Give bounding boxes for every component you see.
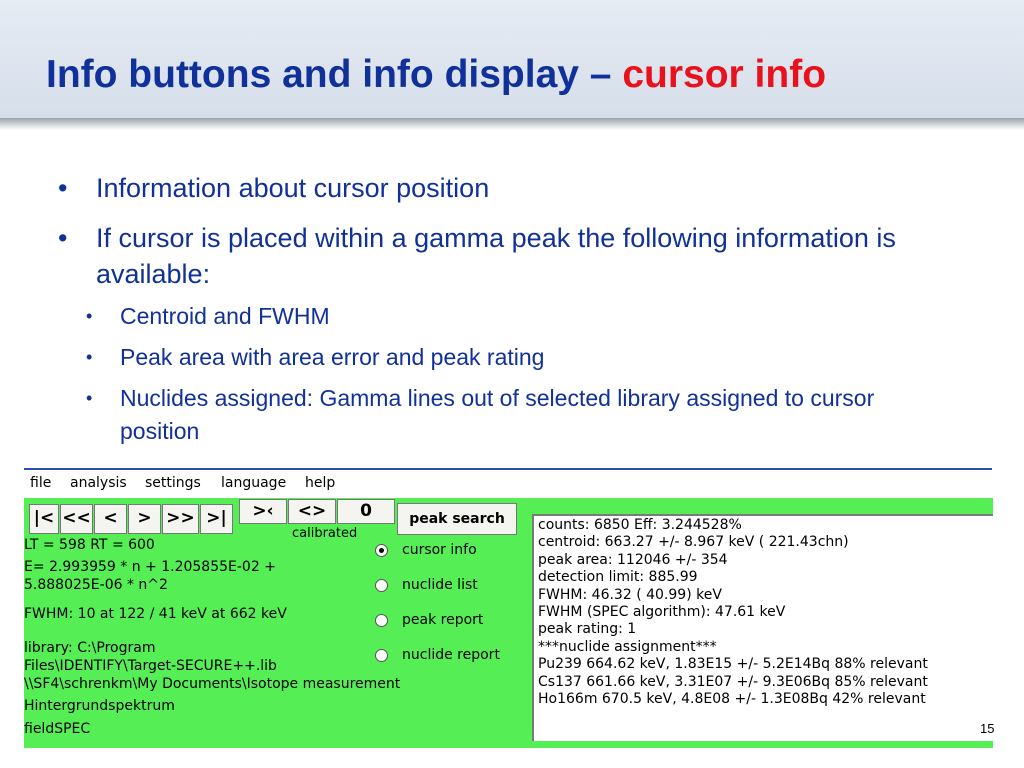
info-nuclide-row: Cs137 661.66 keV, 3.31E07 +/- 9.3E06Bq 8…	[538, 673, 928, 690]
menu-bar: file analysis settings language help	[24, 470, 993, 498]
calibrated-label: calibrated	[292, 526, 358, 541]
bullet-dot-icon: •	[86, 347, 93, 367]
sub-bullet-item: • Centroid and FWHM	[86, 300, 958, 333]
radio-icon[interactable]	[375, 579, 388, 592]
info-nuclide-row: Pu239 664.62 keV, 1.83E15 +/- 5.2E14Bq 8…	[538, 656, 928, 673]
radio-label[interactable]: peak report	[402, 612, 483, 628]
info-detection-limit: detection limit: 885.99	[538, 569, 698, 586]
cursor-info-panel[interactable]: counts: 6850 Eff: 3.244528% centroid: 66…	[532, 514, 993, 741]
live-time-text: LT = 598 RT = 600	[24, 537, 155, 553]
info-centroid: centroid: 663.27 +/- 8.967 keV ( 221.43c…	[538, 534, 849, 551]
sub-bullet-list: • Centroid and FWHM • Peak area with area …	[86, 300, 958, 448]
radio-icon[interactable]	[375, 614, 388, 627]
device-name-text: fieldSPEC	[24, 721, 91, 737]
radio-label[interactable]: nuclide report	[402, 647, 500, 663]
menu-settings[interactable]: settings	[145, 475, 201, 491]
bullet-dot-icon: •	[86, 388, 93, 408]
spectrum-path-text: \\SF4\schrenkm\My Documents\Isotope meas…	[24, 676, 401, 692]
forward-button[interactable]: >	[128, 504, 161, 534]
radio-label[interactable]: cursor info	[402, 542, 477, 558]
bullet-dot-icon: •	[86, 306, 93, 326]
bullet-text: If cursor is placed within a gamma peak …	[96, 223, 896, 289]
sub-bullet-item: • Nuclides assigned: Gamma lines out of s…	[86, 382, 958, 448]
back-button[interactable]: <	[94, 504, 127, 534]
peak-search-button[interactable]: peak search	[397, 503, 517, 535]
zoom-reset-button[interactable]: 0	[337, 499, 395, 524]
fast-back-button[interactable]: <<	[60, 504, 93, 534]
menu-file[interactable]: file	[30, 475, 51, 491]
menu-language[interactable]: language	[221, 475, 286, 491]
bullet-item: • If cursor is placed within a gamma peak…	[58, 220, 958, 448]
slide-title: Info buttons and info display – cursor i…	[46, 52, 826, 98]
radio-selected-icon[interactable]	[375, 544, 388, 557]
page-number: 15	[980, 721, 995, 736]
info-counts: counts: 6850 Eff: 3.244528%	[538, 517, 742, 533]
first-button[interactable]: |<	[29, 504, 59, 534]
zoom-in-button[interactable]: >‹	[239, 499, 287, 524]
spectrum-name-text: Hintergrundspektrum	[24, 698, 175, 714]
energy-calibration-text: 5.888025E-06 * n^2	[24, 577, 168, 593]
fwhm-calibration-text: FWHM: 10 at 122 / 41 keV at 662 keV	[24, 606, 287, 622]
app-window: file analysis settings language help |< …	[24, 470, 993, 748]
bullet-text: Information about cursor position	[96, 173, 490, 203]
bullet-dot-icon: •	[58, 173, 68, 203]
library-path-text: library: C:\Program	[24, 640, 156, 656]
menu-analysis[interactable]: analysis	[70, 475, 127, 491]
slide-title-accent: cursor info	[622, 53, 827, 96]
sub-bullet-item: • Peak area with area error and peak rati…	[86, 341, 958, 374]
library-path-text: Files\IDENTIFY\Target-SECURE++.lib	[24, 658, 277, 674]
radio-icon[interactable]	[375, 649, 388, 662]
energy-calibration-text: E= 2.993959 * n + 1.205855E-02 +	[24, 559, 276, 575]
bullet-dot-icon: •	[58, 223, 68, 253]
last-button[interactable]: >|	[200, 504, 233, 534]
info-nuclide-header: ***nuclide assignment***	[538, 638, 717, 655]
sub-bullet-text: Nuclides assigned: Gamma lines out of se…	[120, 385, 875, 444]
info-fwhm: FWHM: 46.32 ( 40.99) keV	[538, 586, 722, 603]
info-nuclide-row: Ho166m 670.5 keV, 4.8E08 +/- 1.3E08Bq 42…	[538, 691, 926, 708]
menu-help[interactable]: help	[305, 475, 335, 491]
header-shadow	[0, 118, 1024, 130]
info-peak-area: peak area: 112046 +/- 354	[538, 551, 728, 568]
radio-label[interactable]: nuclide list	[402, 577, 478, 593]
bullet-list: • Information about cursor position • If c…	[58, 170, 958, 462]
sub-bullet-text: Centroid and FWHM	[120, 303, 330, 329]
zoom-out-button[interactable]: <>	[288, 499, 336, 524]
info-peak-rating: peak rating: 1	[538, 621, 637, 638]
fast-forward-button[interactable]: >>	[162, 504, 199, 534]
slide-title-main: Info buttons and info display –	[46, 53, 623, 96]
info-fwhm-spec: FWHM (SPEC algorithm): 47.61 keV	[538, 604, 786, 621]
sub-bullet-text: Peak area with area error and peak ratin…	[120, 344, 545, 370]
bullet-item: • Information about cursor position	[58, 170, 958, 206]
